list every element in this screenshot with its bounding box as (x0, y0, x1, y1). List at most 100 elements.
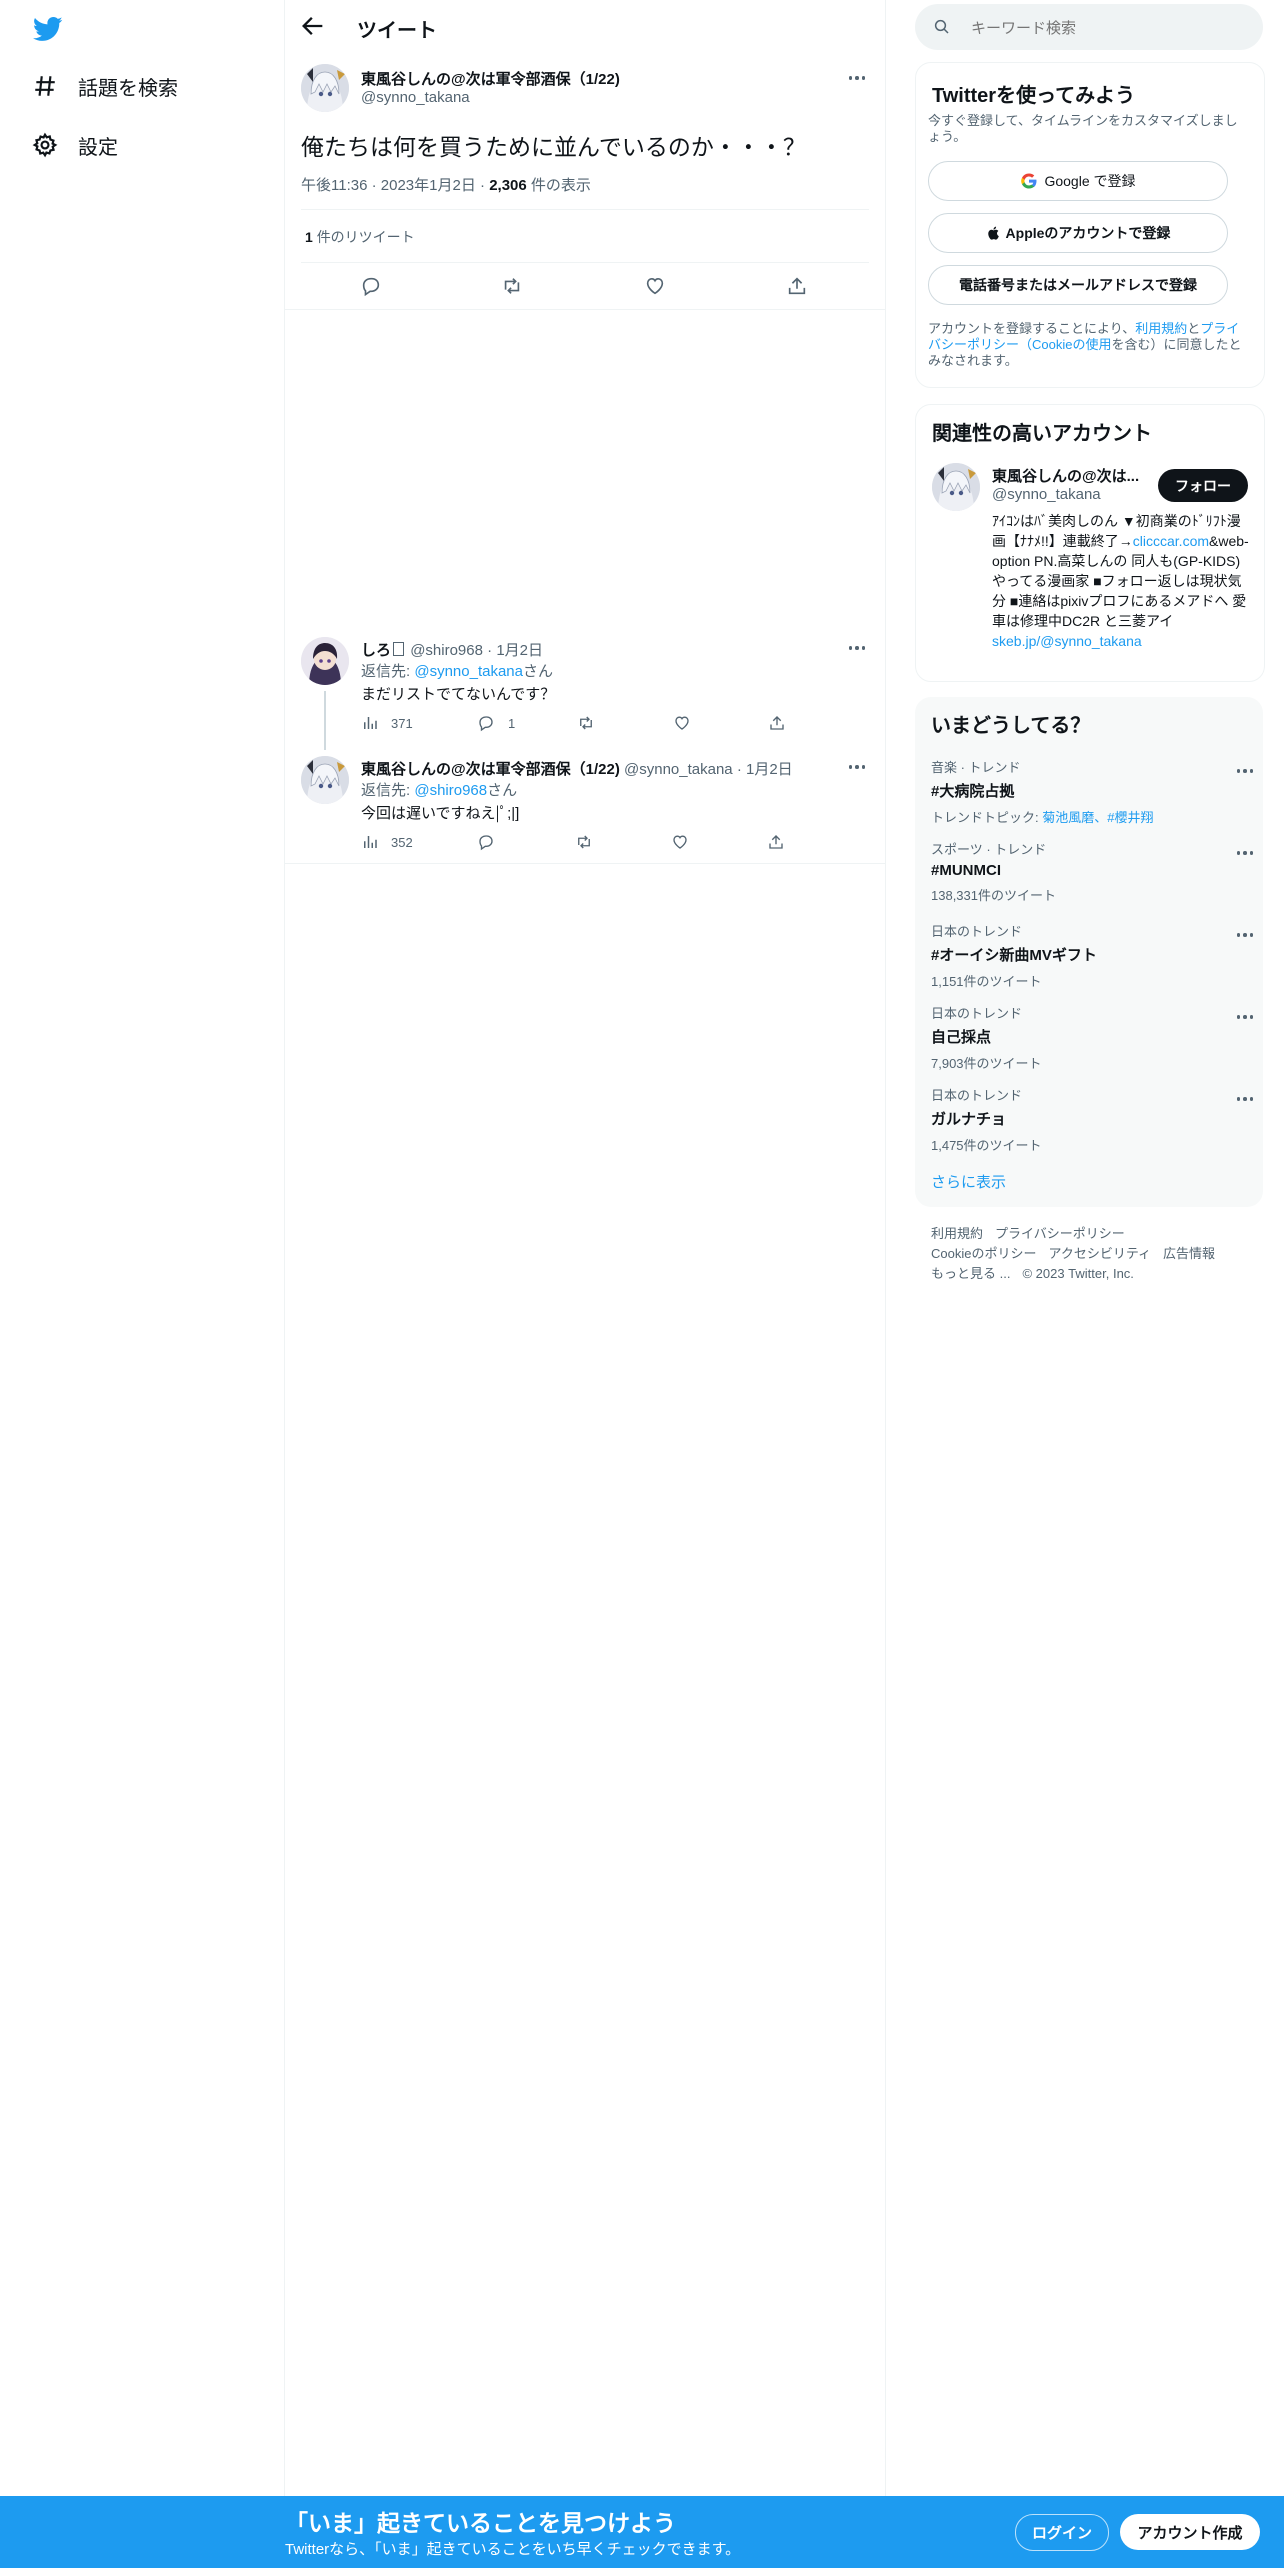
reply-author-name[interactable]: 東風谷しんの@次は軍令部酒保（1/22) (361, 761, 620, 778)
trend-item[interactable]: 日本のトレンド 自己採点 7,903件のツイート (931, 1003, 1251, 1072)
share-icon[interactable] (767, 833, 785, 851)
search-input[interactable] (969, 15, 1243, 41)
relevant-account-handle[interactable]: @synno_takana (992, 486, 1101, 503)
back-arrow-icon[interactable] (299, 12, 327, 40)
phone-email-signup-label: 電話番号またはメールアドレスで登録 (959, 277, 1197, 293)
sidebar-item-explore[interactable]: 話題を検索 (32, 66, 178, 106)
trend-item[interactable]: 音楽 · トレンド #大病院占拠 トレンドトピック: 菊池風磨、#櫻井翔 (931, 757, 1251, 826)
trend-tweet-count: 1,151件のツイート (931, 974, 1042, 989)
twitter-logo-icon[interactable] (32, 14, 64, 44)
views-icon[interactable] (361, 714, 379, 732)
trend-item[interactable]: 日本のトレンド ガルナチョ 1,475件のツイート (931, 1085, 1251, 1154)
share-icon[interactable] (786, 275, 808, 297)
more-options-icon[interactable] (1233, 1087, 1257, 1111)
retweet-stats[interactable]: 1 件のリツイート (305, 227, 415, 247)
hashtag-icon (35, 76, 55, 96)
retweets-count: 1 (305, 229, 313, 245)
google-signup-label: Google で登録 (1044, 173, 1136, 189)
thread-line (324, 691, 326, 750)
reply-icon[interactable] (477, 714, 495, 732)
terms-link[interactable]: 利用規約 (1135, 321, 1187, 336)
retweet-icon[interactable] (501, 275, 523, 297)
relevant-account-bio: ｱｲｺﾝはﾊﾞ美肉しのん ▼初商業のﾄﾞﾘﾌﾄ漫画【ﾅﾅﾒ!!】連載終了→cli… (992, 511, 1252, 651)
trend-name: ガルナチョ (931, 1111, 1007, 1128)
signup-terms: アカウントを登録することにより、利用規約とプライバシーポリシー（Cookieの使… (928, 321, 1250, 369)
signup-title: Twitterを使ってみよう (932, 85, 1136, 107)
search-box[interactable] (915, 4, 1263, 50)
reply-author-handle[interactable]: @synno_takana (624, 761, 733, 778)
bottombar-subtitle: Twitterなら、「いま」起きていることをいち早くチェックできます。 (285, 2541, 741, 2558)
create-account-button[interactable]: アカウント作成 (1120, 2514, 1260, 2550)
login-button[interactable]: ログイン (1015, 2514, 1109, 2551)
trend-name: 自己採点 (931, 1029, 992, 1046)
reply-icon[interactable] (477, 833, 495, 851)
like-icon[interactable] (644, 275, 666, 297)
trend-item[interactable]: 日本のトレンド #オーイシ新曲MVギフト 1,151件のツイート (931, 921, 1251, 990)
gear-icon (32, 132, 58, 158)
reply-date[interactable]: 1月2日 (746, 761, 793, 778)
bio-link[interactable]: clicccar.com (1133, 533, 1209, 549)
footer-link-more[interactable]: もっと見る ... (931, 1266, 1010, 1281)
footer-copyright: © 2023 Twitter, Inc. (1022, 1266, 1134, 1281)
tweet-date[interactable]: 2023年1月2日 (381, 177, 476, 194)
avatar[interactable] (301, 64, 349, 112)
views-icon[interactable] (361, 833, 379, 851)
more-options-icon[interactable] (845, 66, 869, 90)
trend-tweet-count: 138,331件のツイート (931, 888, 1056, 903)
apple-icon (987, 226, 999, 240)
trend-category: 日本のトレンド (931, 1088, 1023, 1103)
avatar[interactable] (301, 637, 349, 685)
footer-link-cookies[interactable]: Cookieのポリシー (931, 1246, 1036, 1261)
trend-item[interactable]: スポーツ · トレンド #MUNMCI 138,331件のツイート (931, 839, 1251, 904)
terms-text-1: アカウントを登録することにより、 (928, 321, 1136, 336)
footer-link-terms[interactable]: 利用規約 (931, 1226, 983, 1241)
reply-date[interactable]: 1月2日 (496, 642, 543, 659)
trend-category: スポーツ · トレンド (931, 842, 1047, 857)
main-column: ツイート 東風谷しんの@次は軍令部酒保（1/22) @synno_takana … (285, 0, 886, 2496)
views-count: 371 (391, 716, 413, 731)
reply-author-name[interactable]: しろ (361, 642, 391, 659)
more-options-icon[interactable] (1233, 1005, 1257, 1029)
like-icon[interactable] (673, 714, 691, 732)
tweet-time[interactable]: 午後11:36 (301, 177, 367, 194)
follow-button[interactable]: フォロー (1158, 469, 1248, 502)
show-more-link[interactable]: さらに表示 (931, 1171, 1006, 1192)
reply-to-link[interactable]: @shiro968 (414, 782, 487, 799)
reply-to-link[interactable]: @synno_takana (414, 663, 523, 680)
terms-text-2: と (1187, 321, 1201, 336)
more-options-icon[interactable] (1233, 759, 1257, 783)
more-options-icon[interactable] (845, 755, 869, 779)
like-icon[interactable] (671, 833, 689, 851)
trend-name: #MUNMCI (931, 862, 1001, 879)
more-options-icon[interactable] (1233, 841, 1257, 865)
reply-to-prefix: 返信先: (361, 663, 415, 680)
footer-link-accessibility[interactable]: アクセシビリティ (1048, 1246, 1151, 1261)
divider (301, 262, 869, 263)
trend-tweet-count: 1,475件のツイート (931, 1138, 1042, 1153)
footer-link-privacy[interactable]: プライバシーポリシー (995, 1226, 1125, 1241)
left-sidebar: 話題を検索 設定 (0, 0, 285, 2496)
reply-text: まだリストでてないんです？ (361, 686, 556, 703)
reply-icon[interactable] (360, 275, 382, 297)
trend-topic-link[interactable]: 菊池風磨、#櫻井翔 (1042, 810, 1153, 825)
avatar[interactable] (301, 756, 349, 804)
relevant-title: 関連性の高いアカウント (932, 423, 1152, 445)
relevant-account-name[interactable]: 東風谷しんの@次は... (992, 465, 1142, 486)
bio-link-2[interactable]: skeb.jp/@synno_takana (992, 633, 1142, 649)
tweet-author-name[interactable]: 東風谷しんの@次は軍令部酒保（1/22) (361, 68, 620, 89)
retweet-icon[interactable] (575, 833, 593, 851)
google-signup-button[interactable]: Google で登録 (928, 161, 1228, 201)
retweet-icon[interactable] (577, 714, 595, 732)
footer-link-ads[interactable]: 広告情報 (1163, 1246, 1215, 1261)
share-icon[interactable] (768, 714, 786, 732)
tweet-author-handle[interactable]: @synno_takana (361, 89, 470, 106)
bottom-signup-bar: 「いま」起きていることを見つけよう Twitterなら、「いま」起きていることを… (0, 2496, 1284, 2568)
reply-author-handle[interactable]: @shiro968 (410, 642, 483, 659)
apple-signup-button[interactable]: Appleのアカウントで登録 (928, 213, 1228, 253)
phone-email-signup-button[interactable]: 電話番号またはメールアドレスで登録 (928, 265, 1228, 305)
sidebar-item-settings[interactable]: 設定 (32, 125, 118, 165)
avatar[interactable] (932, 463, 980, 511)
more-options-icon[interactable] (1233, 923, 1257, 947)
more-options-icon[interactable] (845, 636, 869, 660)
relevant-accounts-card: 関連性の高いアカウント 東風谷しんの@次は... @synno_takana フ… (915, 404, 1265, 682)
